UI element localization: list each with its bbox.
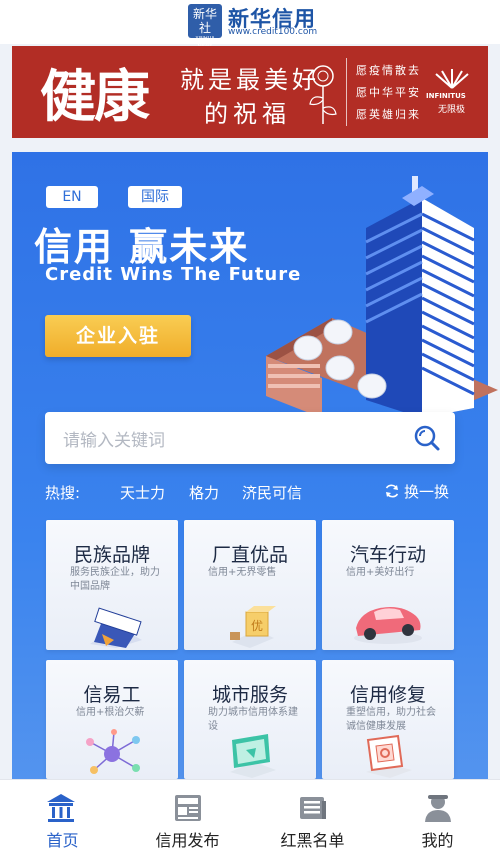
card-desc: 信用+无界零售 [208, 567, 277, 578]
card-credit-repair[interactable]: 信用修复 重塑信用，助力社会诚信健康发展 [322, 660, 454, 779]
card-title: 信易工 [83, 684, 141, 706]
search-bar[interactable]: 请输入关键词 [45, 412, 455, 464]
card-desc: 信用+美好出行 [346, 567, 415, 578]
card-auto-action[interactable]: 汽车行动 信用+美好出行 [322, 520, 454, 650]
bottom-tab-bar: 首页 信用发布 红黑名单 我的 [0, 779, 500, 859]
ad-divider [346, 58, 347, 126]
refresh-label: 换一换 [404, 483, 450, 501]
card-desc: 助力城市信用体系建设 [208, 707, 298, 732]
tab-label: 首页 [46, 831, 79, 850]
network-icon [86, 729, 140, 774]
tab-red-black-list[interactable]: 红黑名单 [250, 780, 375, 859]
app-page: 新华社 XINHUA NEWS 新华信用 www.credit100.com 健… [0, 0, 500, 859]
card-credit-labor[interactable]: 信易工 信用+根治欠薪 [46, 660, 178, 779]
infinitus-logo-icon [435, 69, 469, 89]
newspaper-icon [175, 795, 201, 821]
card-city-service[interactable]: 城市服务 助力城市信用体系建设 [184, 660, 316, 779]
user-icon [425, 795, 451, 822]
card-title: 信用修复 [349, 684, 426, 706]
refresh-icon [385, 484, 399, 498]
monitor-icon [230, 734, 276, 778]
card-title: 厂直优品 [211, 544, 288, 566]
xinhua-logo: 新华社 XINHUA NEWS [188, 4, 222, 50]
tab-credit-publish[interactable]: 信用发布 [125, 780, 250, 859]
tab-label: 信用发布 [155, 831, 220, 850]
ad-wish-1: 愿疫情散去 [356, 64, 421, 77]
brand-url: www.credit100.com [228, 27, 318, 37]
ad-wish-2: 愿中华平安 [356, 86, 421, 99]
card-title: 汽车行动 [349, 544, 426, 566]
ad-wish-3: 愿英雄归来 [356, 108, 421, 121]
search-input[interactable]: 请输入关键词 [63, 426, 165, 451]
hot-search-label: 热搜: [45, 484, 81, 502]
list-icon [300, 797, 326, 819]
tab-label: 我的 [421, 831, 454, 850]
hot-search-item[interactable]: 济民可信 [242, 482, 302, 503]
ad-slogan-line1: 就是最美好 [180, 66, 320, 94]
lang-en-button[interactable]: EN [46, 186, 98, 208]
hot-search-item[interactable]: 格力 [189, 482, 219, 503]
ad-headline: 健康 [40, 64, 150, 130]
car-icon [354, 607, 422, 644]
card-factory-direct[interactable]: 厂直优品 信用+无界零售 优 [184, 520, 316, 650]
search-icon[interactable] [413, 424, 441, 452]
hero-title: 信用 赢未来 [34, 225, 250, 269]
tab-label: 红黑名单 [280, 831, 345, 850]
company-join-button[interactable]: 企业入驻 [45, 315, 191, 357]
flower-icon [309, 65, 337, 124]
trophy-icon [90, 607, 142, 648]
ad-slogan-line2: 的祝福 [204, 100, 291, 128]
building-illustration [266, 176, 498, 418]
refresh-button[interactable]: 换一换 [384, 481, 449, 502]
home-icon [47, 794, 75, 822]
ad-banner[interactable]: 健康 就是最美好 的祝福 愿疫情散去 愿中华平安 愿英雄归来 INFINITUS… [12, 46, 488, 138]
card-title: 民族品牌 [73, 544, 150, 566]
repair-icon [366, 734, 412, 778]
logo-badge-text: 新华社 [192, 7, 217, 35]
card-national-brand[interactable]: 民族品牌 服务民族企业，助力中国品牌 [46, 520, 178, 650]
tab-home[interactable]: 首页 [0, 780, 125, 859]
hot-search-item[interactable]: 天士力 [120, 482, 165, 503]
card-desc: 重塑信用，助力社会诚信健康发展 [346, 707, 436, 732]
shopping-box-icon: 优 [230, 606, 276, 648]
card-title: 城市服务 [211, 684, 288, 706]
top-header: 新华社 XINHUA NEWS 新华信用 www.credit100.com [0, 0, 500, 50]
card-desc: 服务民族企业，助力中国品牌 [70, 567, 160, 592]
ad-brand-en: INFINITUS [426, 92, 466, 100]
tab-mine[interactable]: 我的 [375, 780, 500, 859]
lang-intl-button[interactable]: 国际 [128, 186, 182, 208]
card-desc: 信用+根治欠薪 [76, 707, 145, 718]
svg-text:优: 优 [251, 619, 263, 633]
ad-brand-cn: 无限极 [438, 105, 466, 115]
